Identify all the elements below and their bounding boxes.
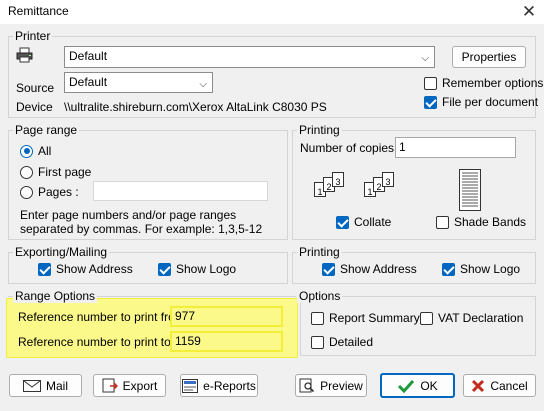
radio-pages-button[interactable] bbox=[20, 185, 33, 199]
detailed-box[interactable] bbox=[311, 335, 324, 349]
collate-illustration: 1 2 3 1 2 3 bbox=[314, 172, 404, 212]
radio-pages[interactable]: Pages : bbox=[20, 185, 79, 199]
remember-options-box[interactable] bbox=[424, 76, 437, 90]
radio-first-page-label: First page bbox=[38, 165, 92, 179]
printer-select-value: Default bbox=[69, 49, 108, 63]
printing-show-logo-box[interactable] bbox=[442, 262, 455, 276]
range-to-input[interactable]: 1159 bbox=[170, 331, 283, 352]
preview-icon bbox=[299, 378, 315, 393]
printer-group-label: Printer bbox=[13, 29, 53, 43]
exporting-show-logo-label: Show Logo bbox=[176, 262, 237, 276]
detailed-label: Detailed bbox=[329, 335, 374, 349]
remember-options-checkbox[interactable]: Remember options bbox=[424, 76, 543, 90]
source-select[interactable]: Default ⌵ bbox=[64, 72, 213, 93]
page-range-group-label: Page range bbox=[13, 123, 80, 137]
file-per-document-label: File per document bbox=[442, 95, 539, 109]
source-label: Source bbox=[16, 81, 55, 95]
chevron-down-icon: ⌵ bbox=[199, 79, 207, 90]
exporting-show-address-box[interactable] bbox=[38, 262, 51, 276]
collate-checkbox[interactable]: Collate bbox=[336, 215, 391, 229]
vat-declaration-box[interactable] bbox=[420, 311, 433, 325]
ereports-button[interactable]: e-Reports bbox=[180, 374, 258, 397]
options-group-label: Options bbox=[297, 289, 343, 303]
shade-bands-icon bbox=[459, 169, 481, 211]
export-button-label: Export bbox=[122, 378, 158, 393]
ereports-button-label: e-Reports bbox=[203, 378, 256, 393]
chevron-down-icon: ⌵ bbox=[421, 53, 429, 64]
page-range-help-text: Enter page numbers and/or page ranges se… bbox=[20, 208, 263, 236]
printer-select[interactable]: Default ⌵ bbox=[64, 46, 435, 68]
export-button[interactable]: Export bbox=[93, 374, 166, 397]
range-to-label: Reference number to print to bbox=[18, 335, 171, 349]
vat-declaration-label: VAT Declaration bbox=[438, 311, 524, 325]
report-summary-label: Report Summary bbox=[329, 311, 420, 325]
ok-button[interactable]: OK bbox=[380, 373, 455, 398]
exporting-show-address-label: Show Address bbox=[56, 262, 133, 276]
copies-input[interactable]: 1 bbox=[395, 137, 516, 158]
collate-label: Collate bbox=[354, 215, 392, 229]
window-title: Remittance bbox=[8, 4, 69, 18]
preview-button[interactable]: Preview bbox=[295, 374, 367, 397]
shade-bands-box[interactable] bbox=[436, 215, 449, 229]
page-3-icon: 3 bbox=[332, 172, 344, 187]
exporting-show-logo-box[interactable] bbox=[158, 262, 171, 276]
shade-bands-checkbox[interactable]: Shade Bands bbox=[436, 215, 526, 229]
printing2-group-label: Printing bbox=[297, 245, 342, 259]
ok-button-label: OK bbox=[420, 378, 438, 393]
range-from-label: Reference number to print from bbox=[18, 310, 185, 324]
vat-declaration-checkbox[interactable]: VAT Declaration bbox=[420, 311, 523, 325]
page-3-icon: 3 bbox=[382, 172, 394, 187]
printing-group-label: Printing bbox=[297, 123, 342, 137]
source-select-value: Default bbox=[69, 75, 108, 89]
cancel-button-label: Cancel bbox=[490, 378, 528, 393]
title-bar bbox=[0, 0, 544, 24]
device-label: Device bbox=[16, 100, 53, 114]
close-icon[interactable]: ✕ bbox=[519, 2, 539, 22]
exporting-show-logo-checkbox[interactable]: Show Logo bbox=[158, 262, 236, 276]
preview-button-label: Preview bbox=[320, 378, 363, 393]
printing-show-address-box[interactable] bbox=[322, 262, 335, 276]
check-icon bbox=[398, 379, 415, 393]
radio-all-label: All bbox=[38, 144, 52, 158]
report-summary-box[interactable] bbox=[311, 311, 324, 325]
cancel-x-icon bbox=[472, 379, 485, 392]
range-options-group-label: Range Options bbox=[13, 289, 98, 303]
printing-show-logo-label: Show Logo bbox=[460, 262, 521, 276]
pages-input[interactable] bbox=[93, 181, 268, 201]
printing-show-address-label: Show Address bbox=[340, 262, 417, 276]
device-value: \\ultralite.shireburn.com\Xerox AltaLink… bbox=[64, 100, 327, 114]
report-summary-checkbox[interactable]: Report Summary bbox=[311, 311, 420, 325]
file-per-document-box[interactable] bbox=[424, 95, 437, 109]
detailed-checkbox[interactable]: Detailed bbox=[311, 335, 373, 349]
printer-icon bbox=[16, 47, 33, 63]
shade-bands-label: Shade Bands bbox=[454, 215, 527, 229]
printing-show-address-checkbox[interactable]: Show Address bbox=[322, 262, 417, 276]
ereports-icon bbox=[182, 378, 199, 393]
mail-button-label: Mail bbox=[45, 378, 68, 393]
exporting-show-address-checkbox[interactable]: Show Address bbox=[38, 262, 133, 276]
collate-box[interactable] bbox=[336, 215, 349, 229]
printing-show-logo-checkbox[interactable]: Show Logo bbox=[442, 262, 520, 276]
exporting-group-label: Exporting/Mailing bbox=[13, 245, 110, 259]
radio-all-button[interactable] bbox=[20, 144, 33, 158]
remember-options-label: Remember options bbox=[442, 76, 544, 90]
mail-icon bbox=[22, 379, 41, 392]
mail-button[interactable]: Mail bbox=[9, 374, 82, 397]
cancel-button[interactable]: Cancel bbox=[463, 374, 536, 397]
radio-first-page-button[interactable] bbox=[20, 165, 33, 179]
properties-button[interactable]: Properties bbox=[452, 46, 526, 68]
file-per-document-checkbox[interactable]: File per document bbox=[424, 95, 538, 109]
properties-button-label: Properties bbox=[461, 50, 517, 64]
export-icon bbox=[102, 378, 118, 393]
radio-pages-label: Pages : bbox=[38, 185, 79, 199]
radio-all[interactable]: All bbox=[20, 144, 51, 158]
radio-first-page[interactable]: First page bbox=[20, 165, 91, 179]
copies-label: Number of copies bbox=[300, 141, 395, 155]
range-from-input[interactable]: 977 bbox=[170, 306, 283, 327]
